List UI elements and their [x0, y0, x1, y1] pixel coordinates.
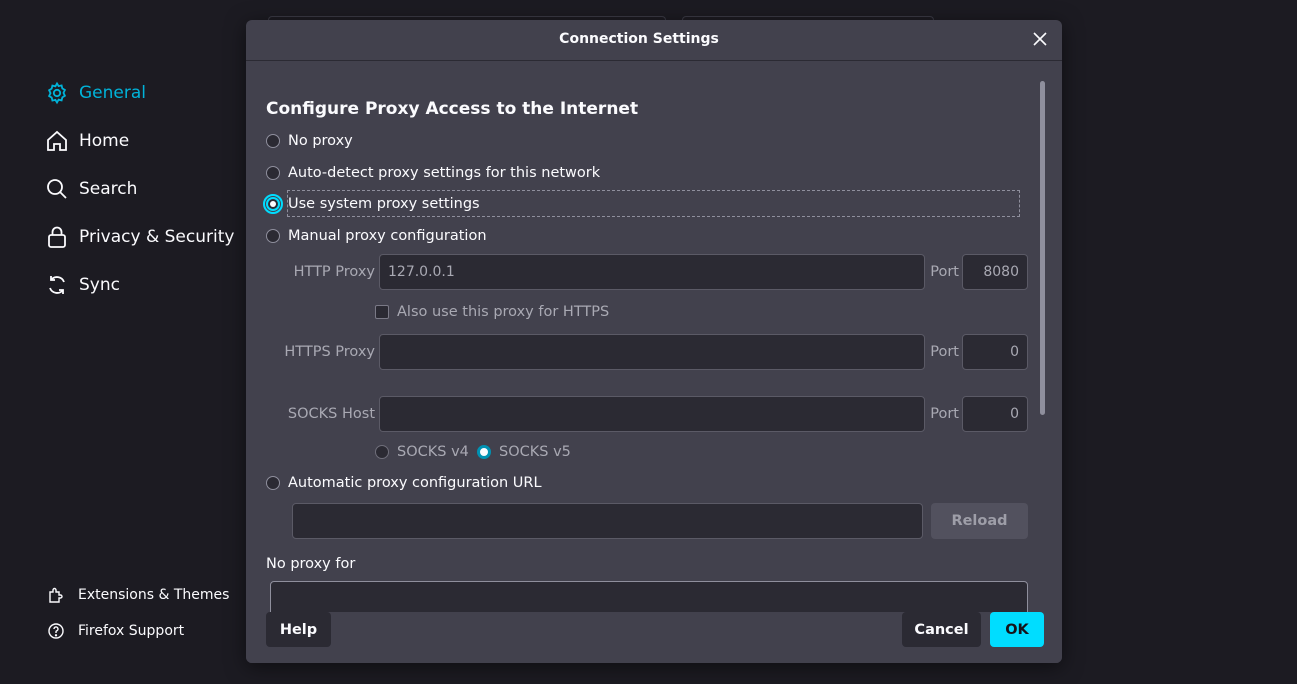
help-circle-icon — [47, 622, 65, 640]
sidebar-item-label: General — [79, 83, 146, 103]
socks-host-label: SOCKS Host — [287, 406, 375, 422]
sidebar-item-search[interactable]: Search — [45, 173, 137, 205]
radio-label: Manual proxy configuration — [288, 228, 487, 244]
ok-button[interactable]: OK — [990, 612, 1044, 647]
sidebar-footer-label: Firefox Support — [78, 623, 185, 639]
search-icon — [45, 177, 69, 201]
puzzle-icon — [47, 586, 65, 604]
also-use-https-checkbox-row[interactable]: Also use this proxy for HTTPS — [375, 304, 609, 320]
sidebar-extensions-link[interactable]: Extensions & Themes — [47, 584, 229, 606]
no-proxy-for-label: No proxy for — [266, 556, 356, 572]
radio-button[interactable] — [266, 476, 280, 490]
https-port-input[interactable]: 0 — [962, 334, 1028, 370]
radio-auto-config-url[interactable]: Automatic proxy configuration URL — [266, 472, 542, 494]
close-icon — [1033, 31, 1047, 50]
reload-button[interactable]: Reload — [931, 503, 1028, 539]
socks-port-label: Port — [930, 406, 959, 422]
radio-socks-v4[interactable]: SOCKS v4 — [375, 441, 469, 463]
radio-auto-detect[interactable]: Auto-detect proxy settings for this netw… — [266, 162, 600, 184]
radio-manual-proxy[interactable]: Manual proxy configuration — [266, 225, 487, 247]
radio-no-proxy[interactable]: No proxy — [266, 130, 353, 152]
help-button[interactable]: Help — [266, 612, 331, 647]
http-proxy-label: HTTP Proxy — [293, 264, 375, 280]
socks-host-input[interactable] — [379, 396, 925, 432]
radio-socks-v5[interactable]: SOCKS v5 — [477, 441, 571, 463]
auto-config-url-input[interactable] — [292, 503, 923, 539]
radio-system-proxy[interactable]: Use system proxy settings — [263, 193, 480, 215]
sidebar-item-label: Sync — [79, 275, 120, 295]
sidebar-item-sync[interactable]: Sync — [45, 269, 120, 301]
radio-button[interactable] — [375, 445, 389, 459]
sidebar-item-label: Home — [79, 131, 130, 151]
http-port-input[interactable]: 8080 — [962, 254, 1028, 290]
sidebar-item-label: Privacy & Security — [79, 227, 235, 247]
dialog-titlebar: Connection Settings — [246, 20, 1062, 60]
radio-label: SOCKS v4 — [397, 444, 469, 460]
sidebar-item-label: Search — [79, 179, 138, 199]
sidebar-item-home[interactable]: Home — [45, 125, 129, 157]
https-port-label: Port — [930, 344, 959, 360]
close-button[interactable] — [1030, 30, 1050, 50]
sidebar-item-general[interactable]: General — [45, 77, 146, 109]
lock-icon — [45, 225, 69, 249]
home-icon — [45, 129, 69, 153]
sync-icon — [45, 273, 69, 297]
connection-settings-dialog: Connection Settings Configure Proxy Acce… — [246, 20, 1062, 663]
radio-button[interactable] — [266, 229, 280, 243]
radio-button[interactable] — [266, 166, 280, 180]
http-proxy-input[interactable]: 127.0.0.1 — [379, 254, 925, 290]
sidebar-item-privacy[interactable]: Privacy & Security — [45, 221, 234, 253]
checkbox[interactable] — [375, 305, 389, 319]
sidebar-support-link[interactable]: Firefox Support — [47, 620, 184, 642]
scrollbar-thumb[interactable] — [1040, 81, 1045, 415]
https-proxy-label: HTTPS Proxy — [284, 344, 375, 360]
cancel-button[interactable]: Cancel — [902, 612, 981, 647]
radio-button-selected[interactable] — [263, 194, 283, 214]
radio-label: SOCKS v5 — [499, 444, 571, 460]
dialog-title: Connection Settings — [559, 31, 719, 47]
proxy-heading: Configure Proxy Access to the Internet — [266, 99, 639, 119]
http-port-label: Port — [930, 264, 959, 280]
https-proxy-input[interactable] — [379, 334, 925, 370]
radio-label: No proxy — [288, 133, 353, 149]
radio-button-selected[interactable] — [477, 445, 491, 459]
titlebar-divider — [246, 60, 1062, 61]
sidebar-footer-label: Extensions & Themes — [78, 587, 230, 603]
radio-label: Auto-detect proxy settings for this netw… — [288, 165, 601, 181]
socks-port-input[interactable]: 0 — [962, 396, 1028, 432]
dialog-footer: Help Cancel OK — [246, 612, 1062, 663]
radio-label: Use system proxy settings — [288, 196, 480, 212]
checkbox-label: Also use this proxy for HTTPS — [397, 304, 610, 320]
gear-icon — [45, 81, 69, 105]
radio-button[interactable] — [266, 134, 280, 148]
radio-label: Automatic proxy configuration URL — [288, 475, 542, 491]
